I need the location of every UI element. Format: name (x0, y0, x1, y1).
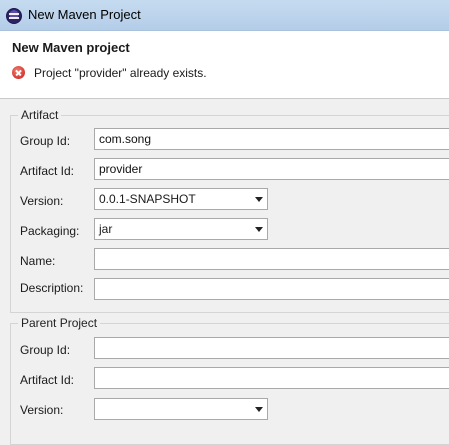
artifact-group-legend: Artifact (18, 108, 62, 122)
group-id-input[interactable] (94, 128, 449, 150)
chevron-down-icon[interactable] (255, 407, 263, 412)
parent-group-id-label: Group Id: (20, 343, 71, 357)
version-select[interactable]: 0.0.1-SNAPSHOT (94, 188, 268, 210)
name-input[interactable] (94, 248, 449, 270)
artifact-id-input[interactable] (94, 158, 449, 180)
artifact-id-label: Artifact Id: (20, 164, 75, 178)
eclipse-icon (6, 8, 22, 24)
description-label: Description: (20, 281, 84, 295)
page-title: New Maven project (12, 40, 130, 55)
window-title: New Maven Project (28, 7, 141, 22)
window-titlebar: New Maven Project (0, 0, 449, 31)
error-message: Project "provider" already exists. (34, 66, 207, 80)
wizard-header: New Maven project Project "provider" alr… (0, 31, 449, 99)
error-icon (12, 66, 25, 79)
packaging-select[interactable]: jar (94, 218, 268, 240)
version-selected-value: 0.0.1-SNAPSHOT (99, 192, 196, 206)
parent-version-select[interactable] (94, 398, 268, 420)
name-label: Name: (20, 254, 56, 268)
group-id-label: Group Id: (20, 134, 71, 148)
parent-artifact-id-label: Artifact Id: (20, 373, 75, 387)
parent-group-id-input[interactable] (94, 337, 449, 359)
description-input[interactable] (94, 278, 449, 300)
parent-version-label: Version: (20, 403, 64, 417)
parent-artifact-id-input[interactable] (94, 367, 449, 389)
chevron-down-icon[interactable] (255, 227, 263, 232)
parent-project-group-legend: Parent Project (18, 316, 101, 330)
version-label: Version: (20, 194, 64, 208)
chevron-down-icon[interactable] (255, 197, 263, 202)
packaging-label: Packaging: (20, 224, 80, 238)
packaging-selected-value: jar (99, 222, 113, 236)
